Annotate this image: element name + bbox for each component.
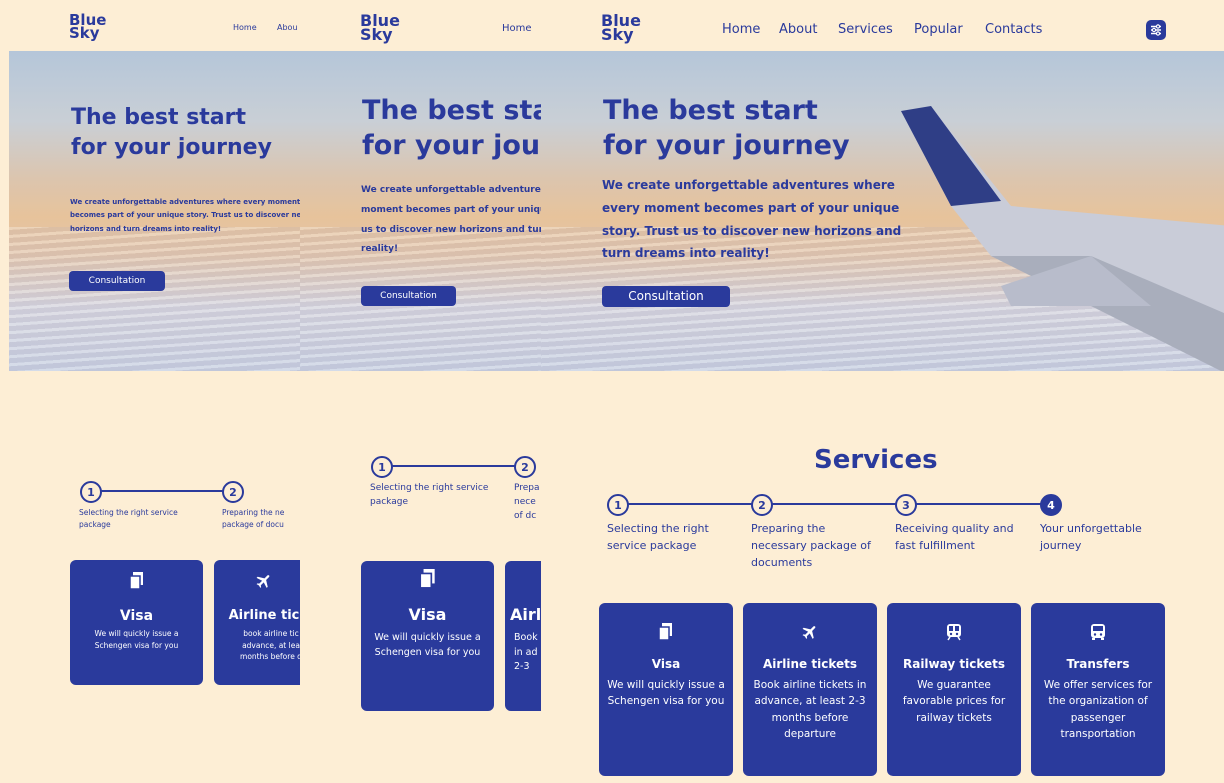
step-2-number: 2 [751,494,773,516]
step-1-number: 1 [371,456,393,478]
documents-icon [599,623,733,645]
hero-title: The best start for your journey [362,95,541,162]
service-card-visa[interactable]: Visa We will quickly issue a Schengen vi… [70,560,203,685]
steps-line [99,490,229,492]
card-text: book airline tic advance, at lea months … [240,629,300,662]
airplane-wing-image [901,106,1224,371]
service-card-airline[interactable]: Airline tic book airline tic advance, at… [214,560,300,685]
service-card-railway[interactable]: Railway tickets We guarantee favorable p… [887,603,1021,776]
step-2-label: Prepa nece of dc [514,483,540,521]
service-card-airline[interactable]: Airline tickets Book airline tickets in … [743,603,877,776]
card-text: We will quickly issue a Schengen visa fo… [607,679,725,708]
card-text: We will quickly issue a Schengen visa fo… [374,632,481,658]
step-4-label: Your unforgettable journey [1040,522,1142,553]
sliders-icon[interactable] [1146,20,1166,40]
nav-home[interactable]: Home [502,23,532,34]
card-text: Book in ad 2-3 [514,632,538,673]
services-title: Services [814,445,938,475]
card-title: Visa [119,608,154,624]
steps-line [621,503,1051,505]
steps-line [390,465,530,467]
header: Blue Sky Home About Services Popular Con… [541,9,1224,51]
nav-popular[interactable]: Popular [914,22,963,37]
hero-section: The best start for your journey We creat… [300,51,541,371]
step-2-number: 2 [222,481,244,503]
step-2-label: Preparing the ne package of docu [222,508,285,529]
nav-home[interactable]: Home [233,23,257,32]
desktop-preview-panel: Blue Sky Home About Services Popular Con… [541,9,1224,783]
documents-icon [361,569,494,593]
service-card-transfers[interactable]: Transfers We offer services for the orga… [1031,603,1165,776]
documents-icon [70,572,203,594]
step-3-label: Receiving quality and fast fulfillment [895,522,1014,553]
nav-services[interactable]: Services [838,22,893,37]
consultation-button[interactable]: Consultation [361,286,456,306]
nav-contacts[interactable]: Contacts [985,22,1042,37]
train-icon [887,623,1021,645]
service-card-airline[interactable]: Airl Book in ad 2-3 [505,561,541,711]
hero-text: We create unforgettable adventures where… [602,178,902,261]
tablet-preview-panel: Blue Sky Home The best start for your jo… [300,9,541,783]
consultation-button[interactable]: Consultation [69,271,165,291]
nav-about[interactable]: About [779,22,817,37]
logo[interactable]: Blue Sky [69,13,106,40]
service-card-visa[interactable]: Visa We will quickly issue a Schengen vi… [361,561,494,711]
card-title: Airline tic [228,608,300,623]
nav-home[interactable]: Home [722,22,760,37]
hero-section: The best start for your journey We creat… [9,51,300,371]
card-text: We offer services for the organization o… [1043,679,1153,740]
card-title: Transfers [1066,657,1130,671]
card-text: We guarantee favorable prices for railwa… [902,679,1006,724]
step-2-number: 2 [514,456,536,478]
hero-title: The best start for your journey [603,95,850,162]
card-title: Airl [510,605,541,624]
service-card-visa[interactable]: Visa We will quickly issue a Schengen vi… [599,603,733,776]
hero-text: We create unforgettable adventures where… [70,198,300,233]
consultation-button[interactable]: Consultation [602,286,730,307]
nav-about[interactable]: Abou [277,23,298,32]
logo[interactable]: Blue Sky [601,13,641,42]
card-title: Airline tickets [762,657,858,671]
step-2-label: Preparing the necessary package of docum… [751,522,871,570]
card-title: Railway tickets [902,657,1006,671]
airplane-icon [743,623,877,645]
step-1-label: Selecting the right service package [607,522,709,553]
card-title: Visa [651,657,681,671]
hero-text: We create unforgettable adventures where… [361,185,541,255]
hero-title: The best start for your journey [71,105,272,160]
card-text: We will quickly issue a Schengen visa fo… [94,629,179,650]
step-1-number: 1 [607,494,629,516]
card-text: Book airline tickets in advance, at leas… [753,679,867,740]
step-1-number: 1 [80,481,102,503]
bus-icon [1031,623,1165,645]
step-4-number: 4 [1040,494,1062,516]
card-title: Visa [408,605,447,624]
step-1-label: Selecting the right service package [79,508,178,529]
logo[interactable]: Blue Sky [360,13,400,42]
hero-section: The best start for your journey We creat… [541,51,1224,371]
mobile-preview-panel: Blue Sky Home Abou The best start for yo… [9,9,300,783]
header: Blue Sky Home [300,9,541,51]
step-1-label: Selecting the right service package [370,483,489,507]
header: Blue Sky Home Abou [9,9,300,51]
airplane-icon [214,572,300,594]
step-3-number: 3 [895,494,917,516]
